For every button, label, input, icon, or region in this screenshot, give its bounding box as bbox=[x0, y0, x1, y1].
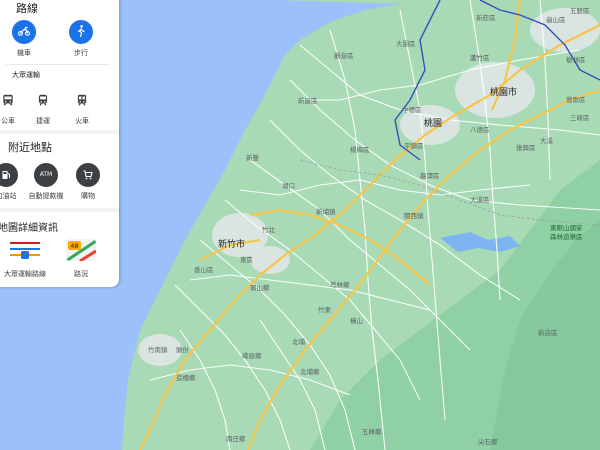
motorcycle-icon bbox=[12, 20, 36, 44]
layer-label: 大眾運輸路線 bbox=[4, 270, 46, 278]
city-label: 新竹市 bbox=[218, 238, 245, 250]
town-label: 香山區 bbox=[194, 265, 214, 274]
town-label: 中壢區 bbox=[402, 105, 422, 114]
town-label: 寶山鄉 bbox=[250, 283, 270, 292]
town-label: 大園區 bbox=[396, 39, 416, 48]
transit-mode-train[interactable]: 火車 bbox=[58, 88, 106, 126]
town-label: 新店區 bbox=[538, 328, 558, 337]
side-panel: 路線 機車 步行 大眾運輸 公車 捷運 火車 附近地點 油站 ATM 自動提款機… bbox=[0, 0, 119, 287]
nearby-label: 自動提款機 bbox=[28, 192, 64, 200]
town-label: 樹林區 bbox=[566, 55, 586, 64]
town-label: 造橋鄉 bbox=[176, 373, 196, 382]
town-label: 大溪 bbox=[540, 136, 554, 145]
metro-icon-svg bbox=[38, 94, 48, 106]
map-details-title: 地圖詳細資訊 bbox=[0, 223, 58, 234]
town-label: 五峰鄉 bbox=[362, 427, 382, 436]
town-label: 新屋區 bbox=[298, 96, 318, 105]
section-divider bbox=[0, 208, 119, 212]
transit-layer-icon-svg bbox=[10, 239, 40, 261]
traffic-route-badge: 48 bbox=[70, 242, 78, 250]
gas-station-icon bbox=[0, 163, 18, 187]
park-label-line2: 森林遊樂區 bbox=[550, 232, 583, 241]
route-mode-walking[interactable]: 步行 bbox=[57, 19, 105, 58]
town-label: 蘆竹區 bbox=[470, 53, 490, 62]
bus-icon bbox=[0, 90, 20, 114]
town-label: 三峽區 bbox=[570, 113, 590, 122]
town-label: 新豐 bbox=[246, 153, 260, 162]
motorcycle-icon-svg bbox=[18, 26, 30, 36]
train-icon bbox=[70, 90, 94, 114]
town-label: 竹南鎮 bbox=[148, 345, 168, 354]
park-label-line1: 東眼山國家 bbox=[550, 223, 583, 232]
layer-transit[interactable]: 大眾運輸路線 bbox=[1, 239, 49, 279]
town-label: 北埔鄉 bbox=[300, 367, 320, 376]
train-icon-svg bbox=[77, 94, 87, 106]
town-label: 新莊區 bbox=[476, 13, 496, 22]
nearby-title: 附近地點 bbox=[8, 141, 52, 154]
walking-icon-svg bbox=[77, 25, 85, 37]
town-label: 新埔鎮 bbox=[316, 207, 336, 216]
town-label: 大溪區 bbox=[470, 195, 490, 204]
transit-title: 大眾運輸 bbox=[12, 71, 40, 79]
town-label: 竹北 bbox=[262, 225, 276, 234]
traffic-layer-icon-svg: 48 bbox=[66, 239, 96, 261]
town-label: 觀音區 bbox=[334, 51, 354, 60]
gas-station-icon-svg bbox=[2, 170, 10, 179]
nearby-label: 購物 bbox=[81, 192, 95, 200]
town-label: 橫山 bbox=[350, 316, 363, 325]
bus-icon-svg bbox=[3, 94, 13, 106]
section-divider bbox=[0, 130, 119, 134]
town-label: 峨眉鄉 bbox=[242, 351, 262, 360]
route-mode-motorcycle[interactable]: 機車 bbox=[0, 19, 48, 58]
town-label: 鶯歌區 bbox=[566, 95, 586, 104]
traffic-layer-icon: 48 bbox=[66, 239, 96, 261]
city-label: 桃園市 bbox=[490, 86, 517, 98]
transit-mode-label: 火車 bbox=[75, 117, 89, 125]
town-label: 龜山區 bbox=[546, 15, 566, 24]
atm-icon: ATM bbox=[34, 163, 58, 187]
metro-icon bbox=[31, 90, 55, 114]
city-label: 桃園 bbox=[424, 117, 442, 129]
town-label: 復興區 bbox=[516, 143, 536, 152]
town-label: 關西鎮 bbox=[404, 211, 424, 220]
nearby-shopping[interactable]: 購物 bbox=[64, 161, 112, 201]
town-label: 平鎮區 bbox=[404, 141, 424, 150]
town-label: 楊梅區 bbox=[350, 145, 370, 154]
nearby-atm[interactable]: ATM 自動提款機 bbox=[22, 161, 70, 201]
shopping-cart-icon bbox=[76, 163, 100, 187]
town-label: 南庄鄉 bbox=[226, 434, 246, 443]
town-label: 芎林鄉 bbox=[330, 280, 350, 289]
layer-traffic[interactable]: 48 路況 bbox=[57, 239, 105, 279]
town-label: 東區 bbox=[240, 255, 254, 264]
layer-label: 路況 bbox=[74, 270, 88, 278]
town-label: 頭份 bbox=[176, 345, 190, 354]
town-label: 八德區 bbox=[470, 125, 490, 134]
route-mode-label: 機車 bbox=[17, 49, 31, 57]
town-label: 尖石鄉 bbox=[478, 437, 498, 446]
walking-icon bbox=[69, 20, 93, 44]
town-label: 龍潭區 bbox=[420, 171, 440, 180]
transit-layer-icon bbox=[10, 239, 40, 261]
divider bbox=[6, 64, 110, 65]
town-label: 湖口 bbox=[282, 181, 295, 190]
route-mode-label: 步行 bbox=[74, 49, 88, 57]
town-label: 五股區 bbox=[570, 7, 590, 15]
shopping-cart-icon-svg bbox=[83, 169, 93, 179]
town-label: 北埔 bbox=[292, 337, 306, 346]
town-label: 竹東 bbox=[318, 305, 332, 314]
routes-title: 路線 bbox=[16, 2, 38, 15]
